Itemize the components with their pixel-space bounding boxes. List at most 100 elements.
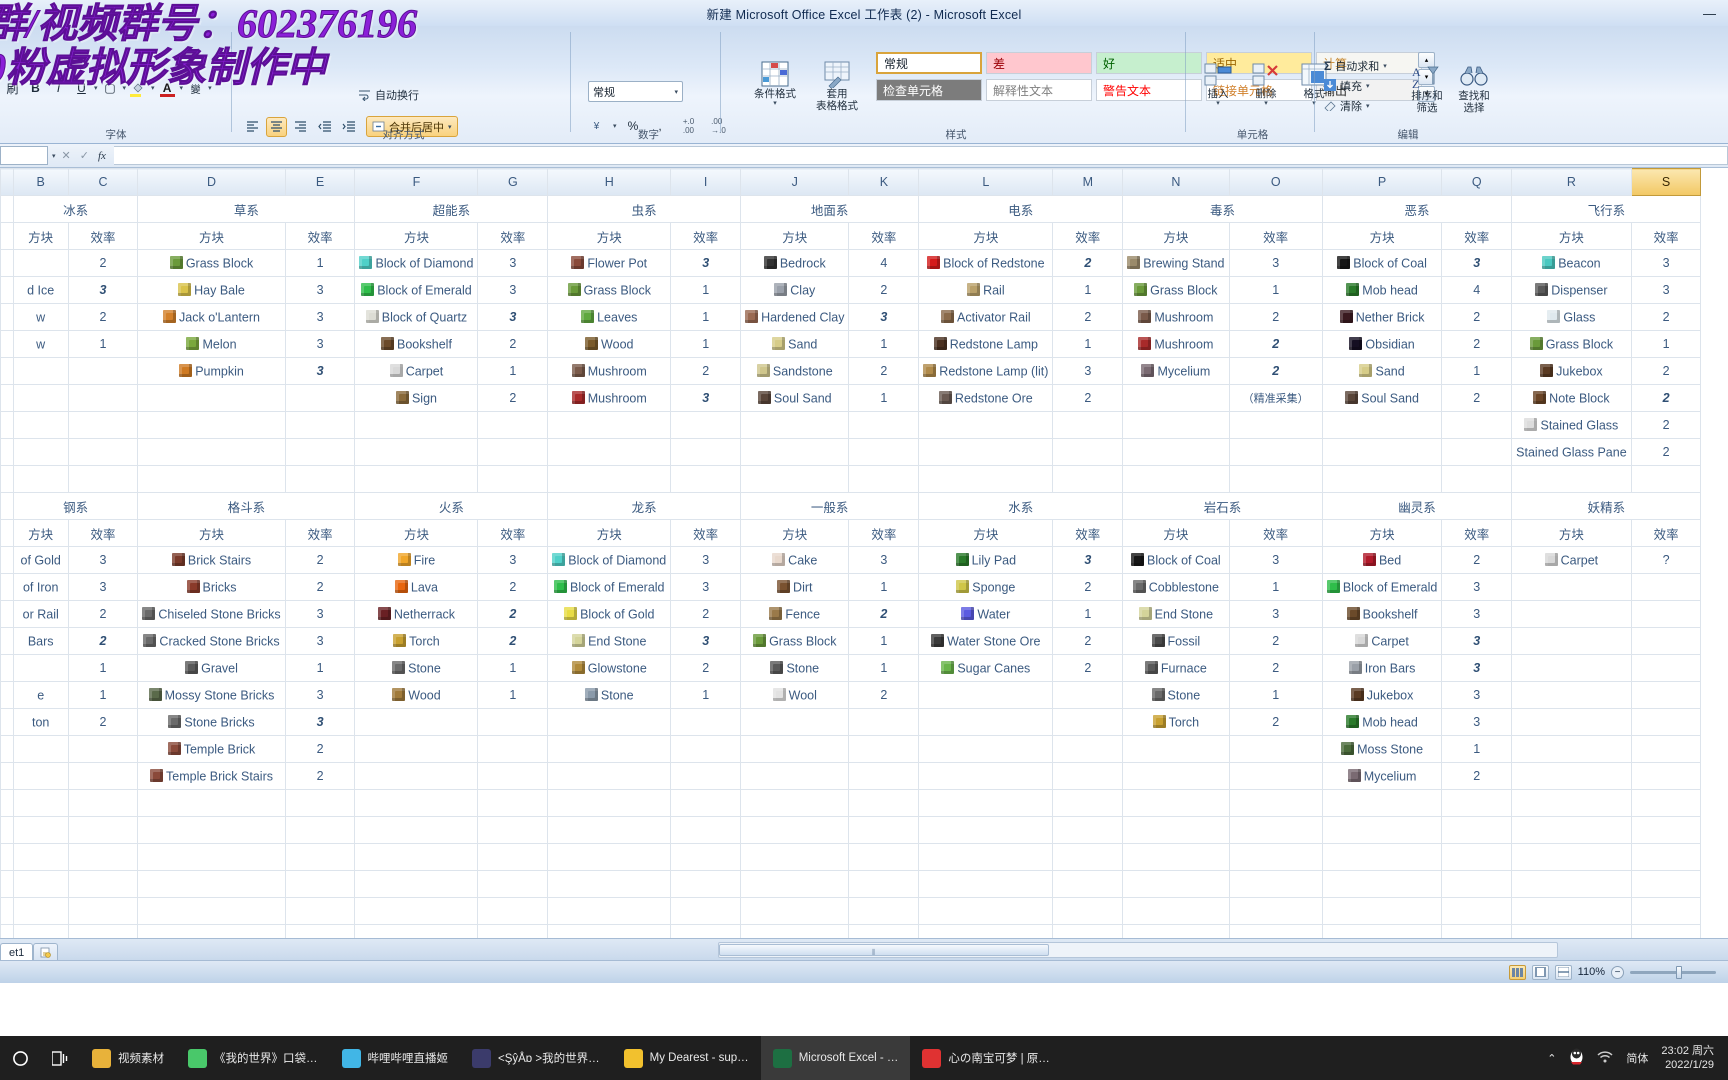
- header-block-2[interactable]: 方块: [354, 222, 479, 250]
- block-cell[interactable]: [1511, 681, 1632, 709]
- efficiency-cell[interactable]: 1: [1052, 276, 1124, 304]
- empty-cell[interactable]: [477, 465, 549, 493]
- empty-cell[interactable]: [284, 816, 356, 844]
- efficiency-cell[interactable]: 3: [1228, 546, 1323, 574]
- empty-cell[interactable]: [1122, 816, 1230, 844]
- block-cell[interactable]: Cake: [740, 546, 850, 574]
- block-cell[interactable]: Carpet: [354, 357, 479, 385]
- type-category-1[interactable]: 格斗系: [137, 492, 356, 520]
- empty-cell[interactable]: [1511, 870, 1632, 898]
- empty-cell[interactable]: [137, 897, 286, 925]
- efficiency-cell[interactable]: 2: [848, 357, 920, 385]
- block-cell[interactable]: Stained Glass Pane: [1511, 438, 1632, 466]
- minimize-button[interactable]: —: [1703, 7, 1716, 20]
- zoom-slider-knob[interactable]: [1676, 965, 1682, 979]
- efficiency-cell[interactable]: 1: [848, 573, 920, 601]
- header-block-3[interactable]: 方块: [547, 519, 672, 547]
- blank-row[interactable]: [0, 870, 1728, 898]
- efficiency-cell[interactable]: 1: [848, 654, 920, 682]
- block-cell[interactable]: [740, 708, 850, 736]
- delete-dropdown-icon[interactable]: ▾: [1264, 100, 1268, 108]
- zoom-out-button[interactable]: −: [1611, 965, 1624, 979]
- efficiency-cell[interactable]: 3: [477, 276, 549, 304]
- header-block-0[interactable]: 方块: [12, 519, 69, 547]
- empty-cell[interactable]: [1122, 789, 1230, 817]
- block-cell[interactable]: Gravel: [137, 654, 286, 682]
- efficiency-cell[interactable]: 3: [67, 276, 139, 304]
- header-eff-0[interactable]: 效率: [67, 222, 139, 250]
- block-cell[interactable]: [12, 411, 69, 439]
- empty-cell[interactable]: [12, 897, 69, 925]
- type-category-7[interactable]: 幽灵系: [1321, 492, 1513, 520]
- task-view-icon[interactable]: [40, 1036, 80, 1080]
- block-cell[interactable]: [1122, 762, 1230, 790]
- block-cell[interactable]: Netherrack: [354, 600, 479, 628]
- block-cell[interactable]: Sugar Canes: [918, 654, 1054, 682]
- efficiency-cell[interactable]: 2: [848, 276, 920, 304]
- efficiency-cell[interactable]: [1630, 627, 1702, 655]
- block-cell[interactable]: Jukebox: [1321, 681, 1443, 709]
- header-eff-1[interactable]: 效率: [284, 519, 356, 547]
- block-cell[interactable]: [918, 411, 1054, 439]
- cell-style-7[interactable]: 警告文本: [1096, 79, 1202, 101]
- efficiency-cell[interactable]: 3: [284, 276, 356, 304]
- efficiency-cell[interactable]: 2: [1441, 330, 1513, 358]
- sheet-tab-et1[interactable]: et1: [0, 943, 34, 961]
- block-cell[interactable]: Redstone Lamp: [918, 330, 1054, 358]
- empty-cell[interactable]: [0, 897, 14, 925]
- empty-cell[interactable]: [67, 465, 139, 493]
- blank-row[interactable]: [0, 816, 1728, 844]
- efficiency-cell[interactable]: 2: [1441, 384, 1513, 412]
- efficiency-cell[interactable]: [1052, 735, 1124, 763]
- column-header-E[interactable]: E: [284, 168, 356, 196]
- type-category-2[interactable]: 超能系: [354, 195, 549, 223]
- block-cell[interactable]: ton: [12, 708, 69, 736]
- block-cell[interactable]: Stone: [547, 681, 672, 709]
- empty-cell[interactable]: [137, 816, 286, 844]
- cell-style-1[interactable]: 差: [986, 52, 1092, 74]
- block-cell[interactable]: Bricks: [137, 573, 286, 601]
- block-cell[interactable]: Pumpkin: [137, 357, 286, 385]
- empty-cell[interactable]: [12, 816, 69, 844]
- block-cell[interactable]: Mycelium: [1321, 762, 1443, 790]
- block-cell[interactable]: Beacon: [1511, 249, 1632, 277]
- efficiency-cell[interactable]: [1441, 411, 1513, 439]
- efficiency-cell[interactable]: 2: [1228, 708, 1323, 736]
- column-header-Q[interactable]: Q: [1441, 168, 1513, 196]
- header-eff-7[interactable]: 效率: [1441, 519, 1513, 547]
- efficiency-cell[interactable]: 2: [1052, 573, 1124, 601]
- header-eff-6[interactable]: 效率: [1228, 222, 1323, 250]
- block-cell[interactable]: [354, 438, 479, 466]
- empty-cell[interactable]: [477, 897, 549, 925]
- efficiency-cell[interactable]: 2: [670, 654, 742, 682]
- empty-cell[interactable]: [477, 843, 549, 871]
- blank-row[interactable]: [0, 843, 1728, 871]
- efficiency-cell[interactable]: [1052, 411, 1124, 439]
- efficiency-cell[interactable]: 1: [670, 303, 742, 331]
- column-header-R[interactable]: R: [1511, 168, 1632, 196]
- empty-cell[interactable]: [1511, 789, 1632, 817]
- efficiency-cell[interactable]: 2: [1228, 303, 1323, 331]
- header-eff-0[interactable]: 效率: [67, 519, 139, 547]
- block-cell[interactable]: Dirt: [740, 573, 850, 601]
- efficiency-cell[interactable]: 3: [477, 249, 549, 277]
- efficiency-cell[interactable]: [1441, 438, 1513, 466]
- efficiency-cell[interactable]: [284, 384, 356, 412]
- column-header-D[interactable]: D: [137, 168, 286, 196]
- efficiency-cell[interactable]: 1: [1441, 357, 1513, 385]
- insert-dropdown-icon[interactable]: ▾: [1216, 100, 1220, 108]
- block-cell[interactable]: Fire: [354, 546, 479, 574]
- efficiency-cell[interactable]: [848, 411, 920, 439]
- empty-cell[interactable]: [740, 870, 850, 898]
- empty-cell[interactable]: [12, 924, 69, 938]
- blank-row[interactable]: [0, 897, 1728, 925]
- efficiency-cell[interactable]: 2: [284, 573, 356, 601]
- empty-cell[interactable]: [670, 843, 742, 871]
- spreadsheet-grid[interactable]: B C D E F G H I J K L M N O P Q R S 冰系 草系 超能系 虫系 地面系 电系 毒系 恶系 飞行系方…: [0, 168, 1728, 938]
- efficiency-cell[interactable]: 2: [1052, 303, 1124, 331]
- efficiency-cell[interactable]: 2: [670, 357, 742, 385]
- block-cell[interactable]: Block of Diamond: [354, 249, 479, 277]
- header-block-7[interactable]: 方块: [1321, 519, 1443, 547]
- header-eff-2[interactable]: 效率: [477, 519, 549, 547]
- block-cell[interactable]: [1511, 708, 1632, 736]
